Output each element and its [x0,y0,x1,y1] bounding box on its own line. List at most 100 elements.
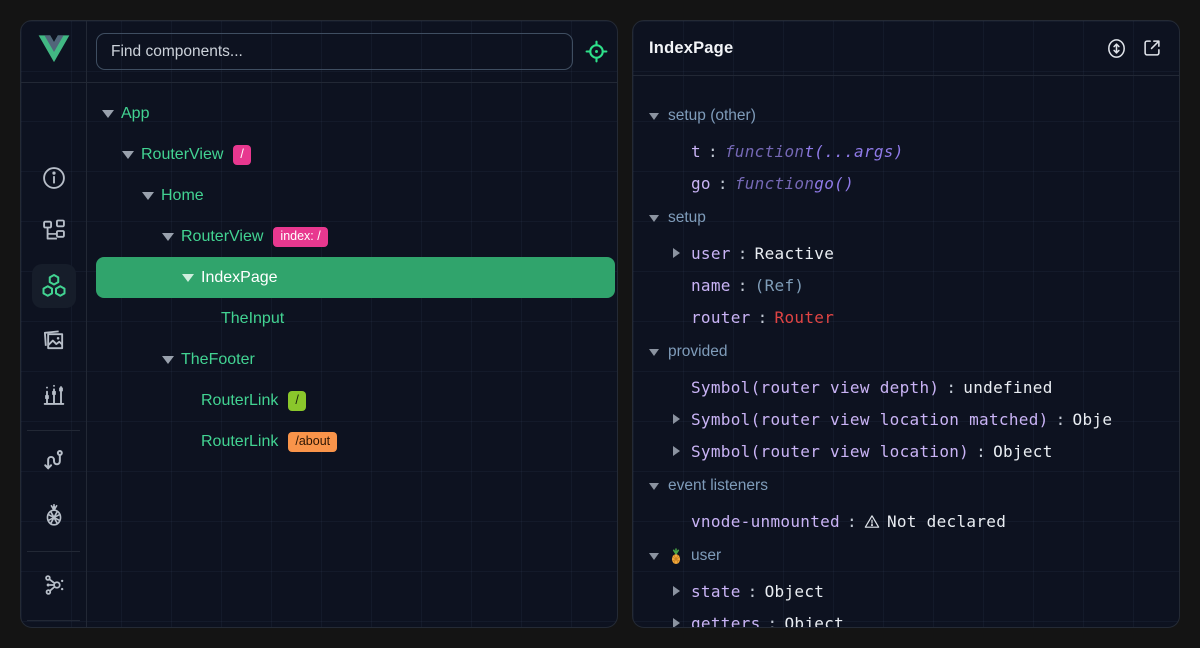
entry-key: vnode-unmounted [691,512,840,531]
section-pinia-user[interactable]: user [633,537,1179,575]
colon: : [761,614,785,628]
tree-item-label: Home [161,187,204,205]
sidebar-item-timeline[interactable] [32,372,76,416]
tree-item-thefooter[interactable]: TheFooter [96,339,615,380]
entry-key: Symbol(router view depth) [691,378,939,397]
scroll-to-component-icon[interactable] [1105,37,1128,60]
tree-item-home[interactable]: Home [96,175,615,216]
entry-key: Symbol(router view location matched) [691,410,1049,429]
state-entry-router: router : Router [633,301,1179,333]
collapse-icon [649,349,659,356]
entry-value: undefined [963,378,1052,397]
entry-value: Router [775,308,835,327]
collapse-icon[interactable] [122,151,134,159]
state-entry-router-view-depth: Symbol(router view depth) : undefined [633,371,1179,403]
components-icon [39,271,69,301]
collapse-icon[interactable] [162,233,174,241]
tree-item-theinput[interactable]: TheInput [96,298,615,339]
expand-icon[interactable] [673,586,684,596]
state-entry-name: name : (Ref) [633,269,1179,301]
state-entry-t: t : function t(...args) [633,135,1179,167]
colon: : [969,442,993,461]
entry-key: go [691,174,711,193]
section-setup-other[interactable]: setup (other) [633,97,1179,135]
component-tree: App RouterView / Home RouterView index: … [87,83,617,627]
expand-icon[interactable] [673,618,684,627]
state-entry-getters[interactable]: getters : Object [633,607,1179,627]
entry-key: router [691,308,751,327]
inspector-panel: IndexPage setup (other) t [632,20,1180,628]
collapse-icon[interactable] [182,274,194,282]
entry-value: Obje [1073,410,1113,429]
tree-item-label: TheInput [221,310,284,328]
state-entry-router-view-location-matched[interactable]: Symbol(router view location matched) : O… [633,403,1179,435]
collapse-icon[interactable] [102,110,114,118]
colon: : [701,142,725,161]
entry-value: Reactive [755,244,834,263]
state-entry-user[interactable]: user : Reactive [633,237,1179,269]
section-label: user [691,547,721,565]
entry-value: function [725,142,804,161]
expand-icon[interactable] [673,414,684,424]
route-badge: index: / [273,227,327,247]
colon: : [1049,410,1073,429]
tree-item-indexpage[interactable]: IndexPage [96,257,615,298]
collapse-icon[interactable] [162,356,174,364]
collapse-icon[interactable] [142,192,154,200]
pinia-pineapple-icon [668,548,684,565]
pinia-sidebar-icon [40,500,68,528]
sidebar-item-info[interactable] [32,156,76,200]
route-badge: /about [288,432,337,452]
colon: : [751,308,775,327]
section-setup[interactable]: setup [633,199,1179,237]
entry-value: t(...args) [804,142,903,161]
tree-item-label: TheFooter [181,351,255,369]
tree-item-label: IndexPage [201,269,278,287]
tree-item-routerview-index[interactable]: RouterView index: / [96,216,615,257]
expand-icon[interactable] [673,248,684,258]
state-entry-router-view-location[interactable]: Symbol(router view location) : Object [633,435,1179,467]
state-entry-state[interactable]: state : Object [633,575,1179,607]
info-icon [40,164,68,192]
entry-value: Object [993,442,1053,461]
open-in-editor-icon[interactable] [1141,37,1163,59]
sidebar-item-pinia[interactable] [32,492,76,536]
entry-key: Symbol(router view location) [691,442,969,461]
sidebar-item-components[interactable] [32,264,76,308]
tree-item-label: RouterView [181,228,263,246]
sidebar-item-assets[interactable] [32,318,76,362]
components-panel: App RouterView / Home RouterView index: … [20,20,618,628]
inspector-header: IndexPage [633,21,1179,76]
section-provided[interactable]: provided [633,333,1179,371]
route-badge: / [288,391,305,411]
expand-icon[interactable] [673,446,684,456]
sidebar-item-graph[interactable] [32,563,76,607]
colon: : [731,276,755,295]
entry-key: getters [691,614,761,628]
sidebar-icon-rail [21,83,87,627]
tree-item-routerlink-about[interactable]: RouterLink /about [96,421,615,462]
collapse-icon [649,553,659,560]
entry-key: name [691,276,731,295]
tree-item-app[interactable]: App [96,93,615,134]
entry-value: Object [765,582,825,601]
entry-key: state [691,582,741,601]
inspector-title: IndexPage [649,39,733,58]
collapse-icon [649,113,659,120]
search-input[interactable] [96,33,573,70]
entry-key: t [691,142,701,161]
colon: : [939,378,963,397]
hierarchy-icon [40,217,68,245]
sidebar-item-router[interactable] [32,438,76,482]
sidebar-item-hierarchy[interactable] [32,209,76,253]
route-badge: / [233,145,250,165]
entry-value: function [735,174,814,193]
state-entry-vnode-unmounted: vnode-unmounted : Not declared [633,505,1179,537]
tree-item-routerview[interactable]: RouterView / [96,134,615,175]
assets-icon [40,326,68,354]
section-event-listeners[interactable]: event listeners [633,467,1179,505]
pick-component-target-icon[interactable] [584,39,609,64]
timeline-icon [40,380,68,408]
sidebar-divider [27,620,80,621]
tree-item-routerlink-home[interactable]: RouterLink / [96,380,615,421]
